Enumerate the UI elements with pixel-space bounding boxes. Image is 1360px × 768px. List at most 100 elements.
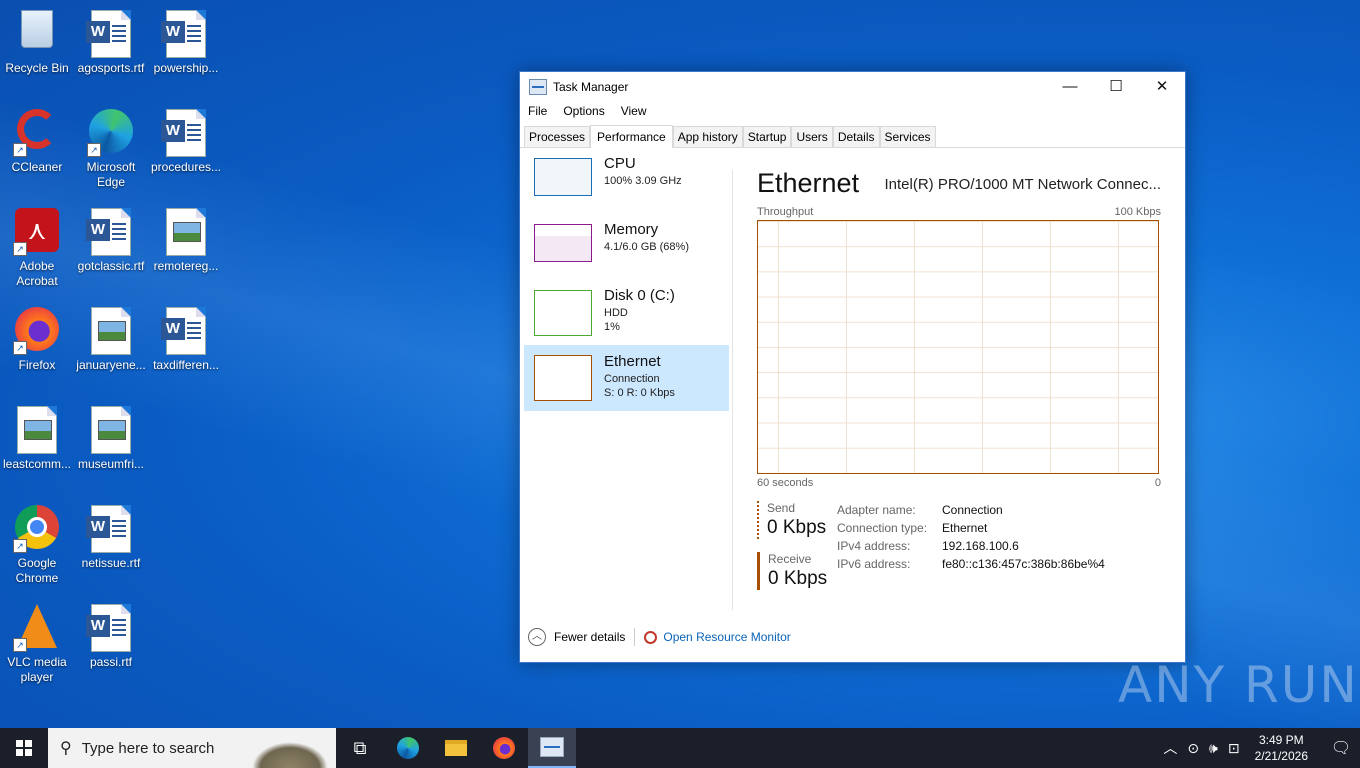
fewer-details-link[interactable]: Fewer details bbox=[554, 630, 625, 644]
property-value: fe80::c136:457c:386b:86be%4 bbox=[942, 557, 1105, 571]
desktop-icon-agosports[interactable]: W agosports.rtf bbox=[74, 4, 148, 76]
property-key: Connection type: bbox=[837, 521, 928, 535]
footer-bar: ︿ Fewer details Open Resource Monitor bbox=[528, 628, 791, 646]
property-value: Connection bbox=[942, 503, 1003, 517]
clock-time: 3:49 PM bbox=[1258, 733, 1304, 747]
desktop-icon-recycle-bin[interactable]: Recycle Bin bbox=[0, 4, 74, 76]
desktop-icon-label: remotereg... bbox=[153, 259, 219, 273]
desktop-icon-remotereg[interactable]: remotereg... bbox=[149, 202, 223, 274]
desktop-icon-netissue[interactable]: W netissue.rtf bbox=[74, 499, 148, 571]
menu-options[interactable]: Options bbox=[563, 102, 604, 122]
image-file-icon bbox=[162, 208, 210, 256]
memory-thumbnail-graph bbox=[534, 224, 592, 262]
resource-line1: 4.1/6.0 GB (68%) bbox=[604, 241, 689, 253]
word-document-icon: W bbox=[86, 208, 135, 256]
clock[interactable]: 3:49 PM 2/21/2026 bbox=[1255, 732, 1308, 764]
volume-icon[interactable]: 🕪 bbox=[1209, 740, 1218, 757]
desktop-icon-label: VLC media player bbox=[7, 655, 67, 684]
resource-line1: 100% 3.09 GHz bbox=[604, 175, 682, 187]
meet-now-icon[interactable]: ⊙ bbox=[1187, 740, 1199, 757]
tab-services[interactable]: Services bbox=[879, 126, 936, 147]
anyrun-watermark: ANY RUN bbox=[1118, 656, 1359, 714]
desktop-icon-ccleaner[interactable]: ↗ CCleaner bbox=[0, 103, 74, 175]
desktop-icon-gotclassic[interactable]: W gotclassic.rtf bbox=[74, 202, 148, 274]
tab-performance[interactable]: Performance bbox=[590, 125, 673, 148]
send-stat: Send 0 Kbps bbox=[757, 501, 826, 539]
pane-divider[interactable] bbox=[732, 170, 733, 610]
minimize-button[interactable]: — bbox=[1047, 72, 1093, 102]
receive-label: Receive bbox=[768, 552, 812, 566]
send-label: Send bbox=[767, 501, 796, 515]
resource-line2: S: 0 R: 0 Kbps bbox=[604, 387, 675, 399]
graph-max-label: 100 Kbps bbox=[1114, 206, 1161, 218]
desktop-icon-powership[interactable]: W powership... bbox=[149, 4, 223, 76]
resource-line2: 1% bbox=[604, 321, 620, 333]
tab-details[interactable]: Details bbox=[832, 126, 880, 147]
property-value: Ethernet bbox=[942, 521, 988, 535]
menu-file[interactable]: File bbox=[528, 102, 547, 122]
image-file-icon bbox=[87, 307, 135, 355]
resource-disk[interactable]: Disk 0 (C:) HDD 1% bbox=[524, 279, 729, 339]
desktop-icon-taxdifferen[interactable]: W taxdifferen... bbox=[149, 301, 223, 373]
start-button[interactable] bbox=[0, 728, 48, 768]
resource-title: CPU bbox=[604, 155, 636, 172]
tab-processes[interactable]: Processes bbox=[524, 126, 591, 147]
resource-line1: Connection bbox=[604, 373, 660, 385]
resource-ethernet[interactable]: Ethernet Connection S: 0 R: 0 Kbps bbox=[524, 345, 729, 411]
menu-view[interactable]: View bbox=[621, 102, 647, 122]
task-manager-window[interactable]: Task Manager — ☐ ✕ File Options View Pro… bbox=[519, 71, 1186, 663]
task-manager-icon[interactable] bbox=[528, 728, 576, 768]
image-file-icon bbox=[87, 406, 135, 454]
desktop-icon-label: Firefox bbox=[18, 358, 56, 372]
desktop-icon-label: procedures... bbox=[150, 160, 222, 174]
chevron-up-icon[interactable]: ︿ bbox=[1163, 738, 1177, 758]
desktop-icon-firefox[interactable]: ↗ Firefox bbox=[0, 301, 74, 373]
footer-separator bbox=[634, 628, 636, 646]
desktop-icon-label: museumfri... bbox=[77, 457, 144, 471]
desktop-icon-procedures[interactable]: W procedures... bbox=[149, 103, 223, 175]
search-highlight-image bbox=[252, 742, 328, 768]
taskbar-search-box[interactable]: ⚲ Type here to search bbox=[48, 728, 336, 768]
tab-strip: Processes Performance App history Startu… bbox=[520, 125, 1185, 148]
network-icon[interactable]: ⊡ bbox=[1228, 740, 1240, 757]
ethernet-stats: Send 0 Kbps Receive 0 Kbps Adapter name:… bbox=[757, 501, 1161, 611]
firefox-icon[interactable] bbox=[480, 728, 528, 768]
desktop-icon-januaryene[interactable]: januaryene... bbox=[74, 301, 148, 373]
desktop-icon-microsoft-edge[interactable]: ↗ Microsoft Edge bbox=[74, 103, 148, 190]
desktop-icon-leastcomm[interactable]: leastcomm... bbox=[0, 400, 74, 472]
tab-app-history[interactable]: App history bbox=[672, 126, 743, 147]
send-value: 0 Kbps bbox=[767, 517, 827, 538]
cpu-thumbnail-graph bbox=[534, 158, 592, 196]
property-key: IPv4 address: bbox=[837, 539, 911, 553]
close-button[interactable]: ✕ bbox=[1139, 72, 1185, 102]
desktop-icon-vlc[interactable]: ↗ VLC media player bbox=[0, 598, 74, 685]
tab-startup[interactable]: Startup bbox=[742, 126, 792, 147]
receive-stat: Receive 0 Kbps bbox=[757, 552, 827, 590]
desktop-icon-label: passi.rtf bbox=[89, 655, 132, 669]
desktop-icon-adobe-acrobat[interactable]: ⋏ ↗ Adobe Acrobat bbox=[0, 202, 74, 289]
graph-label: Throughput bbox=[757, 206, 814, 218]
notification-icon[interactable]: 🗨 bbox=[1322, 728, 1360, 768]
desktop-icon-label: Microsoft Edge bbox=[86, 160, 136, 189]
chevron-up-icon[interactable]: ︿ bbox=[528, 628, 546, 646]
desktop-icon-label: gotclassic.rtf bbox=[77, 259, 145, 273]
taskbar: ⚲ Type here to search ⧉ ︿ ⊙ 🕪 ⊡ 3:49 PM … bbox=[0, 728, 1360, 768]
resource-title: Disk 0 (C:) bbox=[604, 287, 675, 304]
desktop-icon-museumfri[interactable]: museumfri... bbox=[74, 400, 148, 472]
task-view-icon[interactable]: ⧉ bbox=[336, 728, 384, 768]
desktop-icon-label: januaryene... bbox=[76, 358, 146, 372]
word-document-icon: W bbox=[161, 307, 210, 355]
resource-cpu[interactable]: CPU 100% 3.09 GHz bbox=[524, 147, 729, 207]
desktop-icon-passi[interactable]: W passi.rtf bbox=[74, 598, 148, 670]
desktop-icon-google-chrome[interactable]: ↗ Google Chrome bbox=[0, 499, 74, 586]
open-resource-monitor-link[interactable]: Open Resource Monitor bbox=[663, 630, 790, 644]
file-explorer-icon[interactable] bbox=[432, 728, 480, 768]
tab-users[interactable]: Users bbox=[791, 126, 833, 147]
ethernet-thumbnail-graph bbox=[534, 355, 592, 401]
maximize-button[interactable]: ☐ bbox=[1093, 72, 1139, 102]
graph-min-label: 0 bbox=[1154, 477, 1161, 489]
title-bar[interactable]: Task Manager — ☐ ✕ bbox=[520, 72, 1185, 102]
resource-memory[interactable]: Memory 4.1/6.0 GB (68%) bbox=[524, 213, 729, 273]
ethernet-detail-panel: Ethernet Intel(R) PRO/1000 MT Network Co… bbox=[757, 167, 1161, 611]
edge-icon[interactable] bbox=[384, 728, 432, 768]
